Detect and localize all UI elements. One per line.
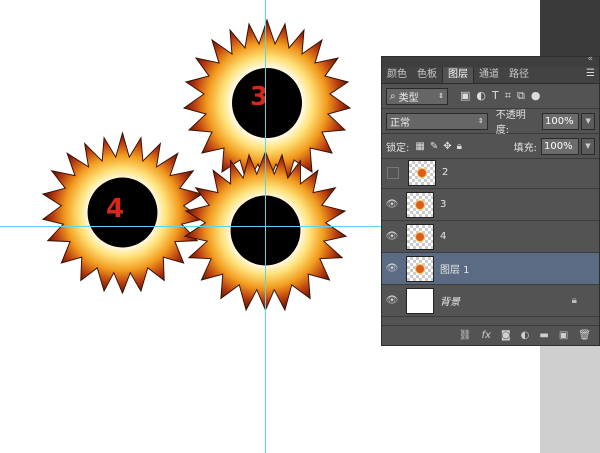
workspace-background-lower	[540, 340, 600, 453]
tab-paths[interactable]: 路径	[504, 67, 534, 83]
fill-dropdown[interactable]: ▼	[581, 137, 595, 155]
adjustment-filter-icon[interactable]: ◐	[476, 89, 486, 103]
tab-color[interactable]: 颜色	[382, 67, 412, 83]
blend-row: 正常 ⇕ 不透明度: 100% ▼	[382, 109, 599, 136]
add-mask-icon[interactable]: ◙	[501, 330, 511, 341]
panel-header-bar[interactable]: «	[382, 54, 599, 67]
trash-icon[interactable]: 🗑︎	[578, 330, 591, 341]
filter-row: ⌕ 类型 ⇕ ▣ ◐ T ⌗ ⧉ ●	[382, 84, 599, 109]
layer-name: 4	[440, 231, 447, 242]
fill-input[interactable]: 100%	[541, 137, 579, 155]
layer-row-4[interactable]: 👁︎ 4	[382, 221, 599, 253]
opacity-input[interactable]: 100%	[542, 112, 580, 130]
layer-thumbnail	[406, 287, 434, 314]
visibility-off-box[interactable]	[387, 166, 399, 179]
layer-name: 2	[442, 167, 449, 178]
burst-thumb-dot	[416, 264, 424, 273]
search-icon: ⌕	[390, 90, 396, 102]
lock-position-icon[interactable]: ✥	[443, 141, 451, 152]
tab-swatches[interactable]: 色板	[412, 67, 442, 83]
layer-row-2[interactable]: 2	[382, 157, 599, 189]
shape-filter-icon[interactable]: ⌗	[505, 89, 511, 103]
filter-kind-label: 类型	[398, 92, 419, 104]
blend-mode-select[interactable]: 正常 ⇕	[386, 112, 488, 130]
burst-thumb-dot	[416, 200, 424, 209]
new-layer-icon[interactable]: ▣	[559, 330, 568, 341]
eye-icon[interactable]: 👁︎	[382, 263, 402, 274]
opacity-dropdown[interactable]: ▼	[581, 112, 595, 130]
chevron-updown-icon: ⇕	[438, 92, 444, 100]
layer-row-layer-1[interactable]: 👁︎ 图层 1	[382, 253, 599, 285]
lock-all-icon[interactable]: 🔒︎	[457, 141, 462, 152]
new-adjustment-layer-icon[interactable]: ◐	[521, 330, 530, 341]
lock-icon[interactable]: 🔒︎	[572, 295, 577, 306]
layer-thumbnail	[406, 223, 434, 250]
layers-panel: « 颜色 色板 图层 通道 路径 ☰ ⌕ 类型 ⇕ ▣ ◐ T ⌗ ⧉ ● 正常…	[381, 54, 600, 346]
filter-kind-select[interactable]: ⌕ 类型 ⇕	[386, 87, 448, 105]
filter-toggle-icon[interactable]: ●	[531, 89, 541, 103]
layers-list: 2 👁︎ 3 👁︎ 4 👁︎ 图层 1 👁︎ 背景 🔒︎	[382, 157, 599, 317]
burst-thumb-dot	[418, 168, 426, 177]
eye-icon[interactable]: 👁︎	[382, 295, 402, 306]
lock-label: 锁定:	[386, 142, 410, 154]
layer-name: 图层 1	[440, 265, 470, 276]
fx-icon[interactable]: fx	[482, 330, 491, 341]
lock-image-icon[interactable]: ✎	[430, 141, 438, 152]
link-layers-icon[interactable]: ⛓	[459, 330, 472, 341]
layer-row-3[interactable]: 👁︎ 3	[382, 189, 599, 221]
lock-row: 锁定: ▦ ✎ ✥ 🔒︎ 填充: 100% ▼	[382, 134, 599, 159]
burst-thumb-dot	[416, 232, 424, 241]
layers-panel-footer: ⛓ fx ◙ ◐ ▬ ▣ 🗑︎	[382, 325, 599, 345]
burst-number-4: 4	[106, 194, 125, 224]
blend-mode-label: 正常	[390, 117, 410, 129]
layer-row-background[interactable]: 👁︎ 背景 🔒︎	[382, 285, 599, 317]
fire-burst-4[interactable]: 4	[40, 130, 205, 295]
smart-object-filter-icon[interactable]: ⧉	[517, 89, 525, 103]
panel-tabs: 颜色 色板 图层 通道 路径 ☰	[382, 67, 599, 84]
eye-icon[interactable]: 👁︎	[382, 199, 402, 210]
layer-thumbnail	[406, 191, 434, 218]
collapse-icon[interactable]: «	[587, 54, 593, 64]
eye-icon[interactable]: 👁︎	[382, 231, 402, 242]
opacity-label: 不透明度:	[495, 110, 526, 136]
chevron-updown-icon: ⇕	[477, 117, 484, 125]
new-group-icon[interactable]: ▬	[539, 330, 548, 341]
tab-channels[interactable]: 通道	[474, 67, 504, 83]
pixel-filter-icon[interactable]: ▣	[460, 89, 470, 103]
layer-thumbnail	[406, 255, 434, 282]
layer-thumbnail	[408, 159, 436, 186]
type-filter-icon[interactable]: T	[492, 89, 499, 103]
lock-transparent-icon[interactable]: ▦	[415, 141, 424, 152]
fill-label: 填充:	[513, 142, 537, 154]
layer-name: 3	[440, 199, 447, 210]
vertical-guide[interactable]	[265, 0, 266, 453]
panel-menu-icon[interactable]: ☰	[586, 67, 595, 81]
tab-layers[interactable]: 图层	[442, 67, 474, 83]
